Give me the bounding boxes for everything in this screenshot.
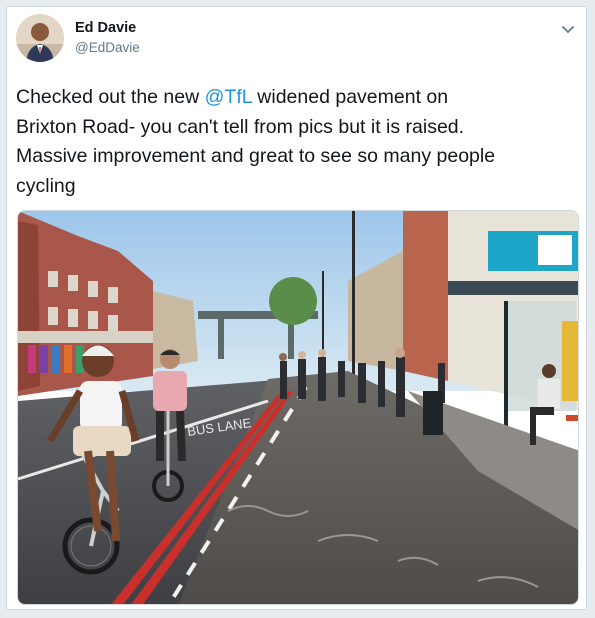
tweet-photo[interactable]: BUS LANE (17, 210, 579, 605)
tweet-card: Ed Davie @EdDavie Checked out the new @T… (6, 6, 587, 610)
tweet-text: Checked out the new @TfL widened pavemen… (16, 83, 581, 201)
avatar[interactable] (16, 14, 64, 62)
author-name[interactable]: Ed Davie (75, 20, 136, 36)
text-segment: cycling (16, 174, 76, 197)
chevron-down-icon[interactable] (560, 21, 576, 37)
tweet-text-line: Checked out the new @TfL widened pavemen… (16, 83, 581, 113)
mention-link[interactable]: @TfL (205, 86, 252, 108)
tweet-text-line: Massive improvement and great to see so … (16, 142, 581, 172)
tweet-text-line: Brixton Road- you can't tell from pics b… (16, 113, 581, 143)
tweet-text-line: cycling (16, 172, 581, 202)
author-handle[interactable]: @EdDavie (75, 40, 140, 55)
text-segment: Brixton Road- you can't tell from pics b… (16, 115, 465, 138)
text-segment: Checked out the new (16, 86, 205, 108)
text-segment: widened pavement on (251, 86, 449, 108)
text-segment: Massive improvement and great to see so … (16, 145, 496, 167)
